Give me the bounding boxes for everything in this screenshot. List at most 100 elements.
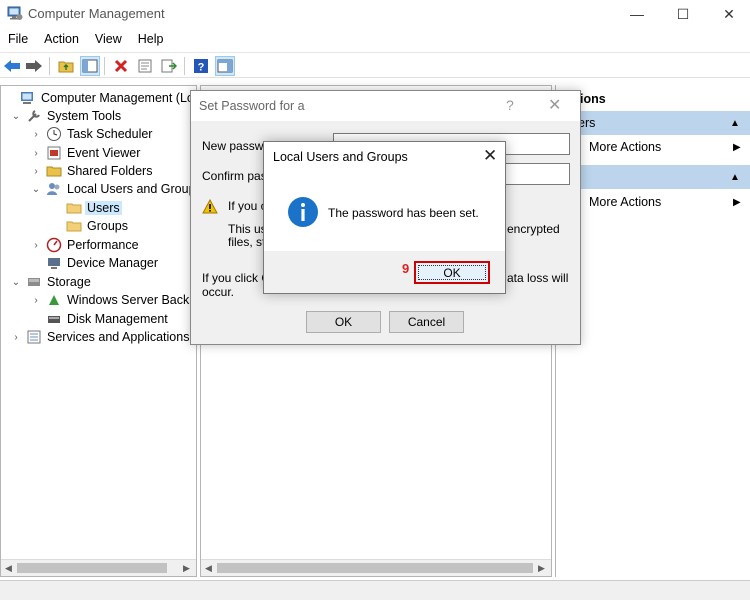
scroll-left-icon[interactable]: ◀ [205,563,212,574]
tree-item-windows-server-backup[interactable]: › Windows Server Backu [29,291,197,309]
tree-item-label: Local Users and Group [67,182,196,196]
dialog-close-button[interactable]: ✕ [548,95,561,115]
tree-item-services-apps[interactable]: › Services and Applications [9,328,191,346]
maximize-button[interactable]: ☐ [660,0,706,28]
properties-icon[interactable] [135,56,155,76]
scroll-right-icon[interactable]: ▶ [538,563,545,574]
expanded-chevron-icon[interactable]: ⌄ [29,182,43,196]
tree-item-label: Shared Folders [67,164,153,178]
tree-item-label: Users [85,201,122,215]
menu-action[interactable]: Action [36,28,87,50]
export-list-icon[interactable] [159,56,179,76]
set-password-title: Set Password for a [199,99,305,113]
minimize-button[interactable]: — [614,0,660,28]
tree-item-system-tools[interactable]: ⌄ System Tools [9,107,123,125]
actions-section-2[interactable]: ▲ [556,165,750,189]
message-box-close-button[interactable]: ✕ [483,146,497,166]
tree-item-label: Device Manager [67,256,159,270]
step-number-badge: 9 [402,261,410,276]
more-actions-1[interactable]: More Actions ▶ [556,137,750,157]
set-password-titlebar: Set Password for a ? ✕ [191,91,580,121]
scrollbar-thumb[interactable] [217,563,533,573]
expanded-chevron-icon[interactable]: ⌄ [9,275,23,289]
collapsed-chevron-icon[interactable]: › [29,146,43,160]
scroll-right-icon[interactable]: ▶ [183,563,190,574]
close-window-button[interactable]: ✕ [706,0,750,28]
collapsed-chevron-icon[interactable]: › [29,238,43,252]
more-actions-label: More Actions [589,140,662,154]
back-icon[interactable] [2,56,22,76]
tree-item-groups[interactable]: Groups [49,217,130,235]
tree-item-shared-folders[interactable]: › Shared Folders [29,162,154,180]
storage-icon [26,274,42,290]
scrollbar-thumb[interactable] [17,563,167,573]
up-folder-icon[interactable] [56,56,76,76]
users-group-icon [46,181,62,197]
svg-text:?: ? [198,62,205,74]
message-box-ok-button[interactable]: OK [414,261,490,284]
tree-item-performance[interactable]: › Performance [29,236,141,254]
help-icon[interactable]: ? [191,56,211,76]
tree-item-task-scheduler[interactable]: › Task Scheduler [29,125,154,143]
collapse-up-icon[interactable]: ▲ [730,172,740,183]
local-users-message-box: Local Users and Groups ✕ The password ha… [263,141,506,294]
tree-item-label: Windows Server Backu [67,293,197,307]
information-icon [288,197,318,227]
tree-item-label: Groups [87,219,128,233]
dialog-help-button[interactable]: ? [506,97,514,113]
computer-management-icon [20,90,36,106]
performance-icon [46,237,62,253]
menu-help[interactable]: Help [130,28,172,50]
actions-section-users[interactable]: ers ▲ [556,111,750,135]
shared-folder-icon [46,163,62,179]
collapsed-chevron-icon[interactable]: › [9,330,23,344]
folder-icon [66,200,82,216]
forward-icon[interactable] [24,56,44,76]
submenu-arrow-icon: ▶ [733,196,741,208]
console-tree: Computer Management (Loca ⌄ System Tools… [0,85,197,577]
tree-item-label: Storage [47,275,91,289]
folder-icon [66,218,82,234]
warning-text: If you c [228,199,267,213]
tree-item-label: Computer Management (Loca [41,91,197,105]
actions-title: ions [580,92,606,106]
tree-item-storage[interactable]: ⌄ Storage [9,273,93,291]
tree-horizontal-scrollbar[interactable]: ◀ ▶ [1,559,196,576]
menu-view[interactable]: View [87,28,130,50]
menu-file[interactable]: File [0,28,36,50]
message-box-title: Local Users and Groups [273,150,408,164]
backup-icon [46,292,62,308]
tree-item-root[interactable]: Computer Management (Loca [3,89,197,107]
collapse-up-icon[interactable]: ▲ [730,118,740,129]
event-viewer-icon [46,145,62,161]
status-bar [0,580,750,600]
collapsed-chevron-icon[interactable]: › [29,164,43,178]
tree-item-device-manager[interactable]: Device Manager [29,254,160,272]
collapsed-chevron-icon[interactable]: › [29,127,43,141]
show-hide-tree-icon[interactable] [80,56,100,76]
message-box-footer: 9 OK [264,251,505,293]
submenu-arrow-icon: ▶ [733,141,741,153]
window-title: Computer Management [28,6,165,21]
delete-icon[interactable] [111,56,131,76]
tree-item-local-users[interactable]: ⌄ Local Users and Group [29,180,196,198]
collapsed-chevron-icon[interactable]: › [29,293,43,307]
title-bar: Computer Management — ☐ ✕ [0,0,750,28]
message-text: The password has been set. [328,206,479,220]
tree-item-disk-management[interactable]: Disk Management [29,310,170,328]
dataloss-text-line1-end: ata loss will [507,271,569,285]
results-horizontal-scrollbar[interactable]: ◀ ▶ [201,559,551,576]
set-password-ok-button[interactable]: OK [306,311,381,333]
tree-item-event-viewer[interactable]: › Event Viewer [29,144,142,162]
focus-rectangle [418,265,486,280]
menu-bar: File Action View Help [0,28,750,50]
description-text-line1-end: encrypted [507,222,560,236]
more-actions-2[interactable]: More Actions ▶ [556,192,750,212]
expanded-chevron-icon[interactable]: ⌄ [9,109,23,123]
tree-item-users[interactable]: Users [49,199,122,217]
tree-item-label: Disk Management [67,312,168,326]
set-password-cancel-button[interactable]: Cancel [389,311,464,333]
scroll-left-icon[interactable]: ◀ [5,563,12,574]
actions-pane: ions ers ▲ More Actions ▶ ▲ More Actions… [555,85,750,577]
show-action-pane-icon[interactable] [215,56,235,76]
